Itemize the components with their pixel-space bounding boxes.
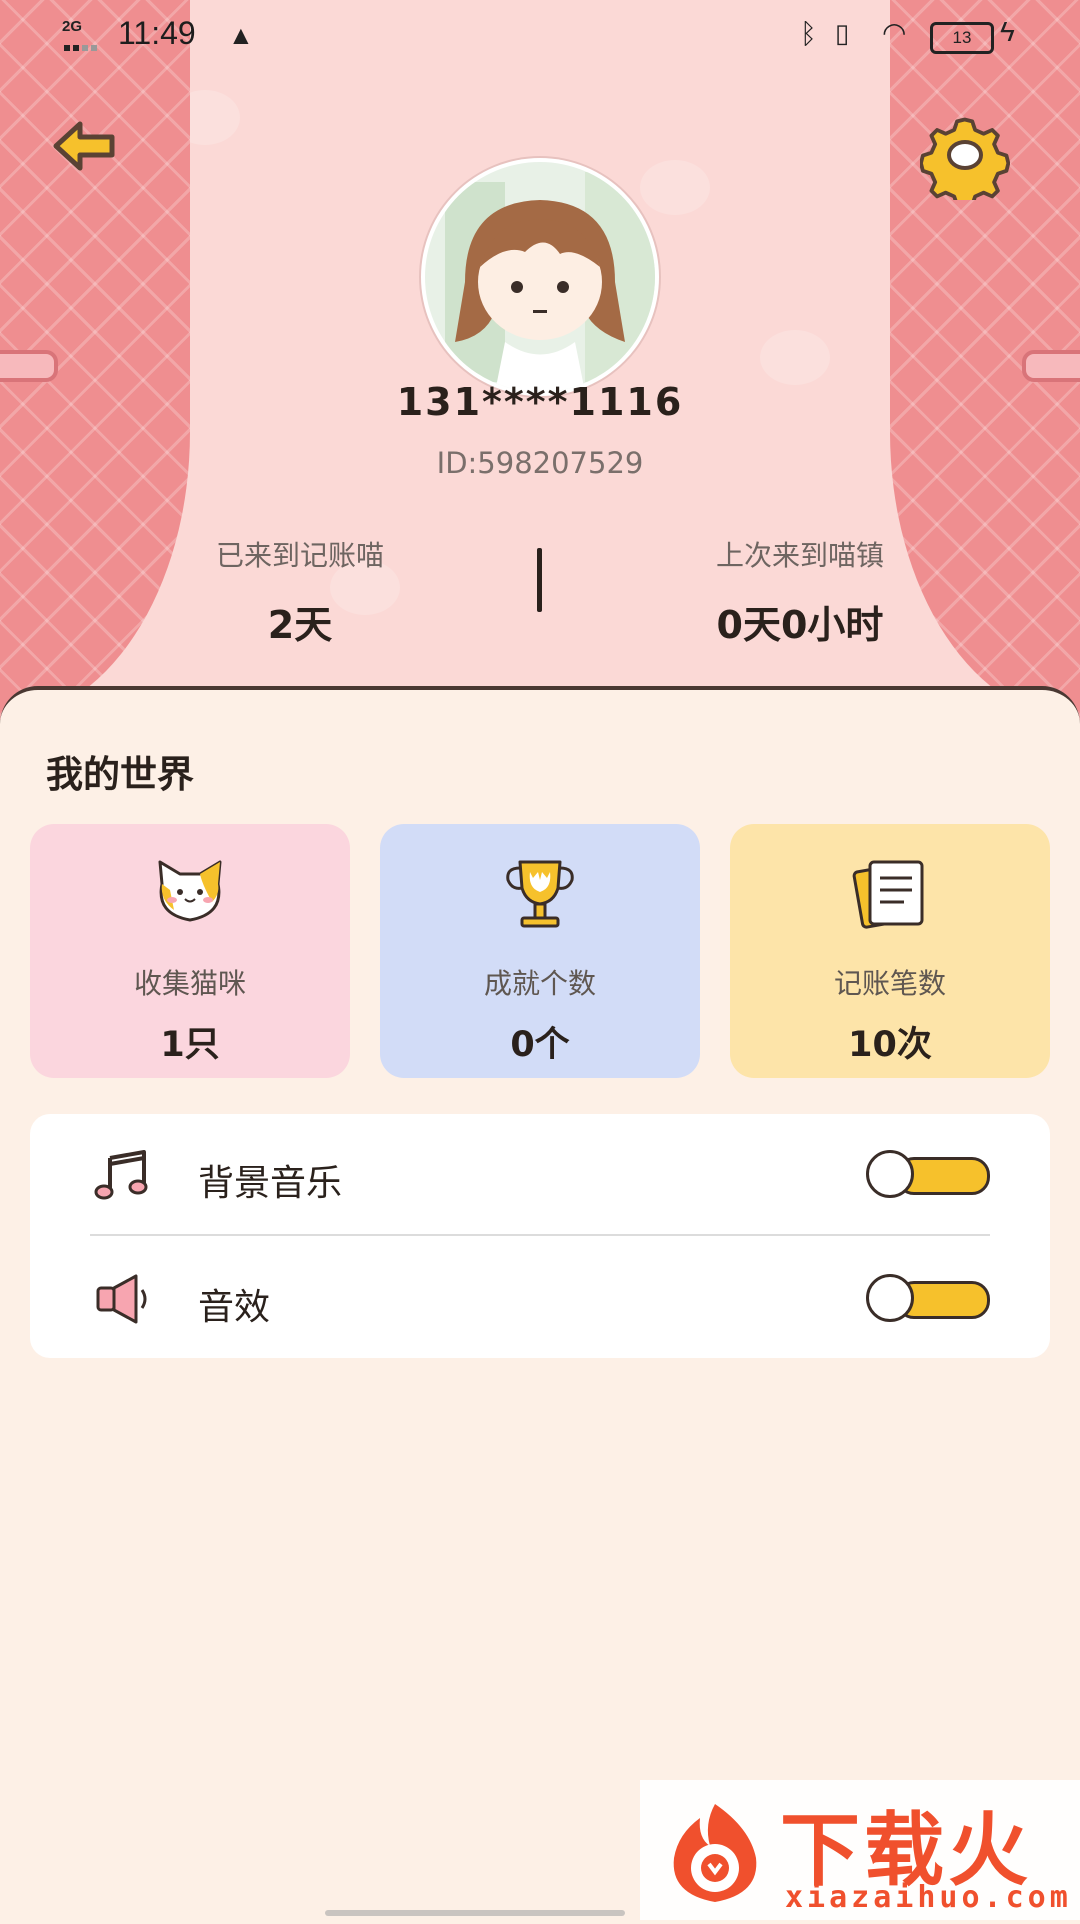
cat-face-icon [158, 860, 222, 922]
speaker-icon [96, 1274, 147, 1324]
status-bar: 2G 11:49 ▲ ᛒ ▯ ◠ 13 ϟ [0, 0, 1080, 70]
curtain-tie [1022, 350, 1080, 382]
stat-value: 0天0小时 [716, 603, 884, 647]
music-note-icon [94, 1150, 148, 1200]
paw-decoration [640, 160, 710, 215]
card-label: 收集猫咪 [133, 967, 246, 1000]
card-label: 成就个数 [483, 967, 596, 1000]
watermark: 下载火 xiazaihuo.com [640, 1780, 1080, 1920]
network-type: 2G [62, 18, 83, 35]
curtain-tie [0, 350, 58, 382]
flame-logo-icon [673, 1804, 757, 1902]
wifi-icon: ◠ [882, 17, 907, 48]
last-visit-stat: 上次来到喵镇 0天0小时 [600, 534, 1000, 649]
watermark-url: xiazaihuo.com [785, 1880, 1072, 1915]
back-button[interactable] [50, 118, 120, 174]
settings-button[interactable] [919, 110, 1011, 209]
stat-label: 上次来到喵镇 [715, 539, 884, 572]
days-joined-stat: 已来到记账喵 2天 [100, 534, 500, 649]
bgm-toggle[interactable] [866, 1150, 990, 1198]
charging-icon: ϟ [1000, 16, 1015, 47]
settings-label: 背景音乐 [198, 1163, 343, 1204]
achievements-card[interactable]: 成就个数 0个 [380, 824, 700, 1078]
home-indicator[interactable] [325, 1910, 625, 1916]
collected-cats-card[interactable]: 收集猫咪 1只 [30, 824, 350, 1078]
battery-icon: 13 [930, 22, 994, 54]
user-id: ID:598207529 [436, 446, 644, 480]
avatar[interactable] [425, 162, 655, 392]
section-title: 我的世界 [46, 753, 194, 796]
settings-row-sfx: 音效 [30, 1238, 1050, 1358]
signal-icon [64, 38, 100, 56]
toggle-knob [866, 1274, 914, 1322]
paw-decoration [760, 330, 830, 385]
receipt-icon [852, 860, 924, 929]
records-card[interactable]: 记账笔数 10次 [730, 824, 1050, 1078]
trophy-icon [506, 860, 574, 928]
sound-settings-list: 背景音乐 音效 [30, 1114, 1050, 1358]
card-value: 0个 [510, 1025, 570, 1065]
card-label: 记账笔数 [833, 967, 946, 1000]
user-phone: 131****1116 [396, 380, 684, 424]
vibrate-icon: ▯ [835, 18, 850, 48]
stat-label: 已来到记账喵 [215, 539, 384, 572]
stat-value: 2天 [267, 603, 333, 647]
sfx-toggle[interactable] [866, 1274, 990, 1322]
bluetooth-icon: ᛒ [800, 18, 817, 49]
card-value: 1只 [160, 1025, 220, 1065]
toggle-knob [866, 1150, 914, 1198]
settings-label: 音效 [198, 1287, 271, 1328]
list-divider [90, 1234, 990, 1236]
card-value: 10次 [848, 1025, 932, 1065]
settings-row-bgm: 背景音乐 [30, 1114, 1050, 1234]
clock: 11:49 [118, 15, 196, 51]
warning-icon: ▲ [228, 20, 254, 50]
arrow-left-icon [53, 121, 115, 171]
stat-divider [537, 548, 542, 612]
user-avatar-image [425, 162, 655, 392]
gear-icon [919, 117, 1011, 209]
